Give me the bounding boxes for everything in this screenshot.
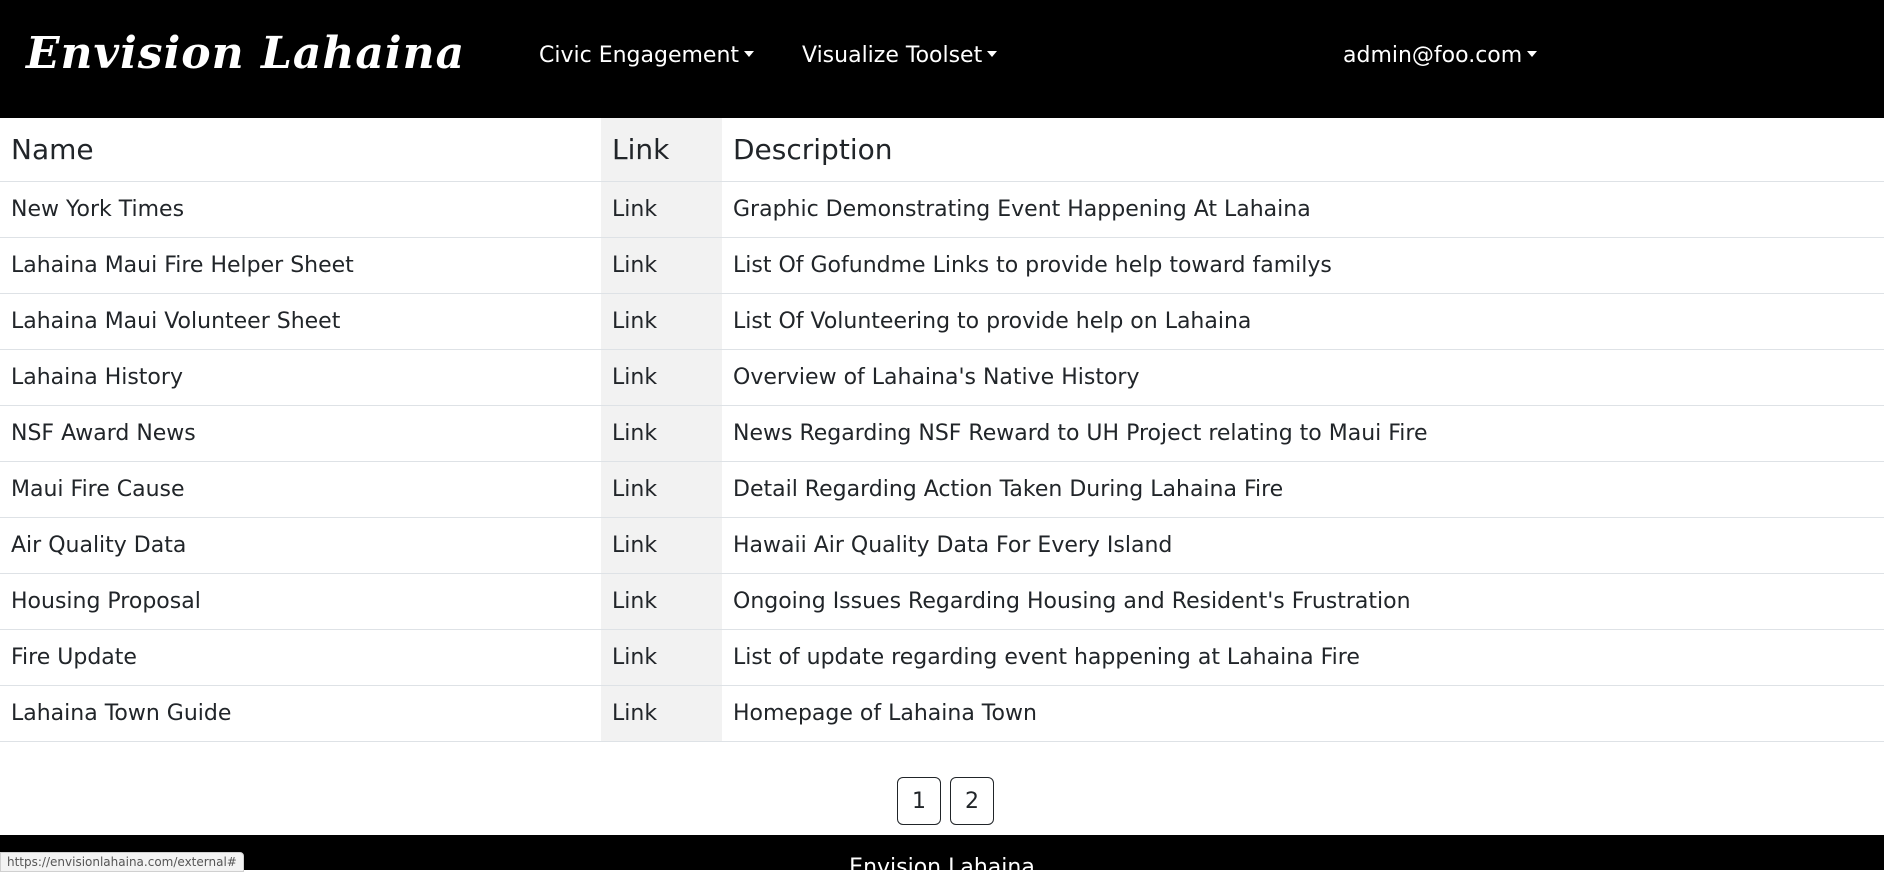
- visualize-toolset-dropdown[interactable]: Visualize Toolset: [802, 40, 998, 72]
- row-name: Lahaina Maui Volunteer Sheet: [0, 293, 601, 350]
- row-description: Ongoing Issues Regarding Housing and Res…: [722, 573, 1884, 630]
- table-row: Fire Update Link List of update regardin…: [0, 629, 1884, 686]
- row-link[interactable]: Link: [601, 181, 722, 238]
- visualize-toolset-label: Visualize Toolset: [802, 43, 983, 68]
- row-name: Air Quality Data: [0, 517, 601, 574]
- row-description: Overview of Lahaina's Native History: [722, 349, 1884, 406]
- row-description: List Of Gofundme Links to provide help t…: [722, 237, 1884, 294]
- row-link[interactable]: Link: [601, 405, 722, 462]
- row-name: Fire Update: [0, 629, 601, 686]
- table-row: Lahaina Maui Volunteer Sheet Link List O…: [0, 293, 1884, 350]
- footer-title: Envision Lahaina: [849, 855, 1035, 870]
- table-row: Lahaina Maui Fire Helper Sheet Link List…: [0, 237, 1884, 294]
- table-row: NSF Award News Link News Regarding NSF R…: [0, 405, 1884, 462]
- column-header-link: Link: [601, 118, 722, 182]
- row-description: Graphic Demonstrating Event Happening At…: [722, 181, 1884, 238]
- table-row: New York Times Link Graphic Demonstratin…: [0, 181, 1884, 238]
- external-links-table: Name Link Description New York Times Lin…: [0, 118, 1884, 742]
- table-row: Maui Fire Cause Link Detail Regarding Ac…: [0, 461, 1884, 518]
- civic-engagement-dropdown[interactable]: Civic Engagement: [539, 40, 755, 72]
- row-name: NSF Award News: [0, 405, 601, 462]
- civic-engagement-label: Civic Engagement: [539, 43, 740, 68]
- pagination: 1 2: [897, 777, 994, 825]
- table-row: Air Quality Data Link Hawaii Air Quality…: [0, 517, 1884, 574]
- user-account-dropdown[interactable]: admin@foo.com: [1343, 40, 1538, 72]
- row-description: List Of Volunteering to provide help on …: [722, 293, 1884, 350]
- column-header-description: Description: [722, 118, 1884, 182]
- table-row: Lahaina Town Guide Link Homepage of Laha…: [0, 685, 1884, 742]
- row-name: Lahaina Town Guide: [0, 685, 601, 742]
- row-link[interactable]: Link: [601, 517, 722, 574]
- row-description: News Regarding NSF Reward to UH Project …: [722, 405, 1884, 462]
- row-name: Lahaina History: [0, 349, 601, 406]
- row-name: Maui Fire Cause: [0, 461, 601, 518]
- row-link[interactable]: Link: [601, 629, 722, 686]
- row-name: Housing Proposal: [0, 573, 601, 630]
- page-2-button[interactable]: 2: [950, 777, 994, 825]
- top-navbar: Envision Lahaina Civic Engagement Visual…: [0, 0, 1884, 118]
- caret-down-icon: [744, 51, 755, 57]
- footer: Envision Lahaina: [0, 835, 1884, 870]
- row-name: Lahaina Maui Fire Helper Sheet: [0, 237, 601, 294]
- table-row: Housing Proposal Link Ongoing Issues Reg…: [0, 573, 1884, 630]
- row-link[interactable]: Link: [601, 237, 722, 294]
- row-link[interactable]: Link: [601, 349, 722, 406]
- row-description: Homepage of Lahaina Town: [722, 685, 1884, 742]
- status-bar-url: https://envisionlahaina.com/external#: [0, 852, 244, 872]
- table-row: Lahaina History Link Overview of Lahaina…: [0, 349, 1884, 406]
- brand-logo[interactable]: Envision Lahaina: [26, 28, 465, 80]
- table-header-row: Name Link Description: [0, 118, 1884, 182]
- row-name: New York Times: [0, 181, 601, 238]
- row-link[interactable]: Link: [601, 461, 722, 518]
- caret-down-icon: [987, 51, 998, 57]
- page-1-button[interactable]: 1: [897, 777, 941, 825]
- caret-down-icon: [1527, 51, 1538, 57]
- row-description: List of update regarding event happening…: [722, 629, 1884, 686]
- column-header-name: Name: [0, 118, 601, 182]
- row-description: Detail Regarding Action Taken During Lah…: [722, 461, 1884, 518]
- row-link[interactable]: Link: [601, 573, 722, 630]
- row-link[interactable]: Link: [601, 685, 722, 742]
- row-description: Hawaii Air Quality Data For Every Island: [722, 517, 1884, 574]
- user-email-label: admin@foo.com: [1343, 43, 1523, 68]
- row-link[interactable]: Link: [601, 293, 722, 350]
